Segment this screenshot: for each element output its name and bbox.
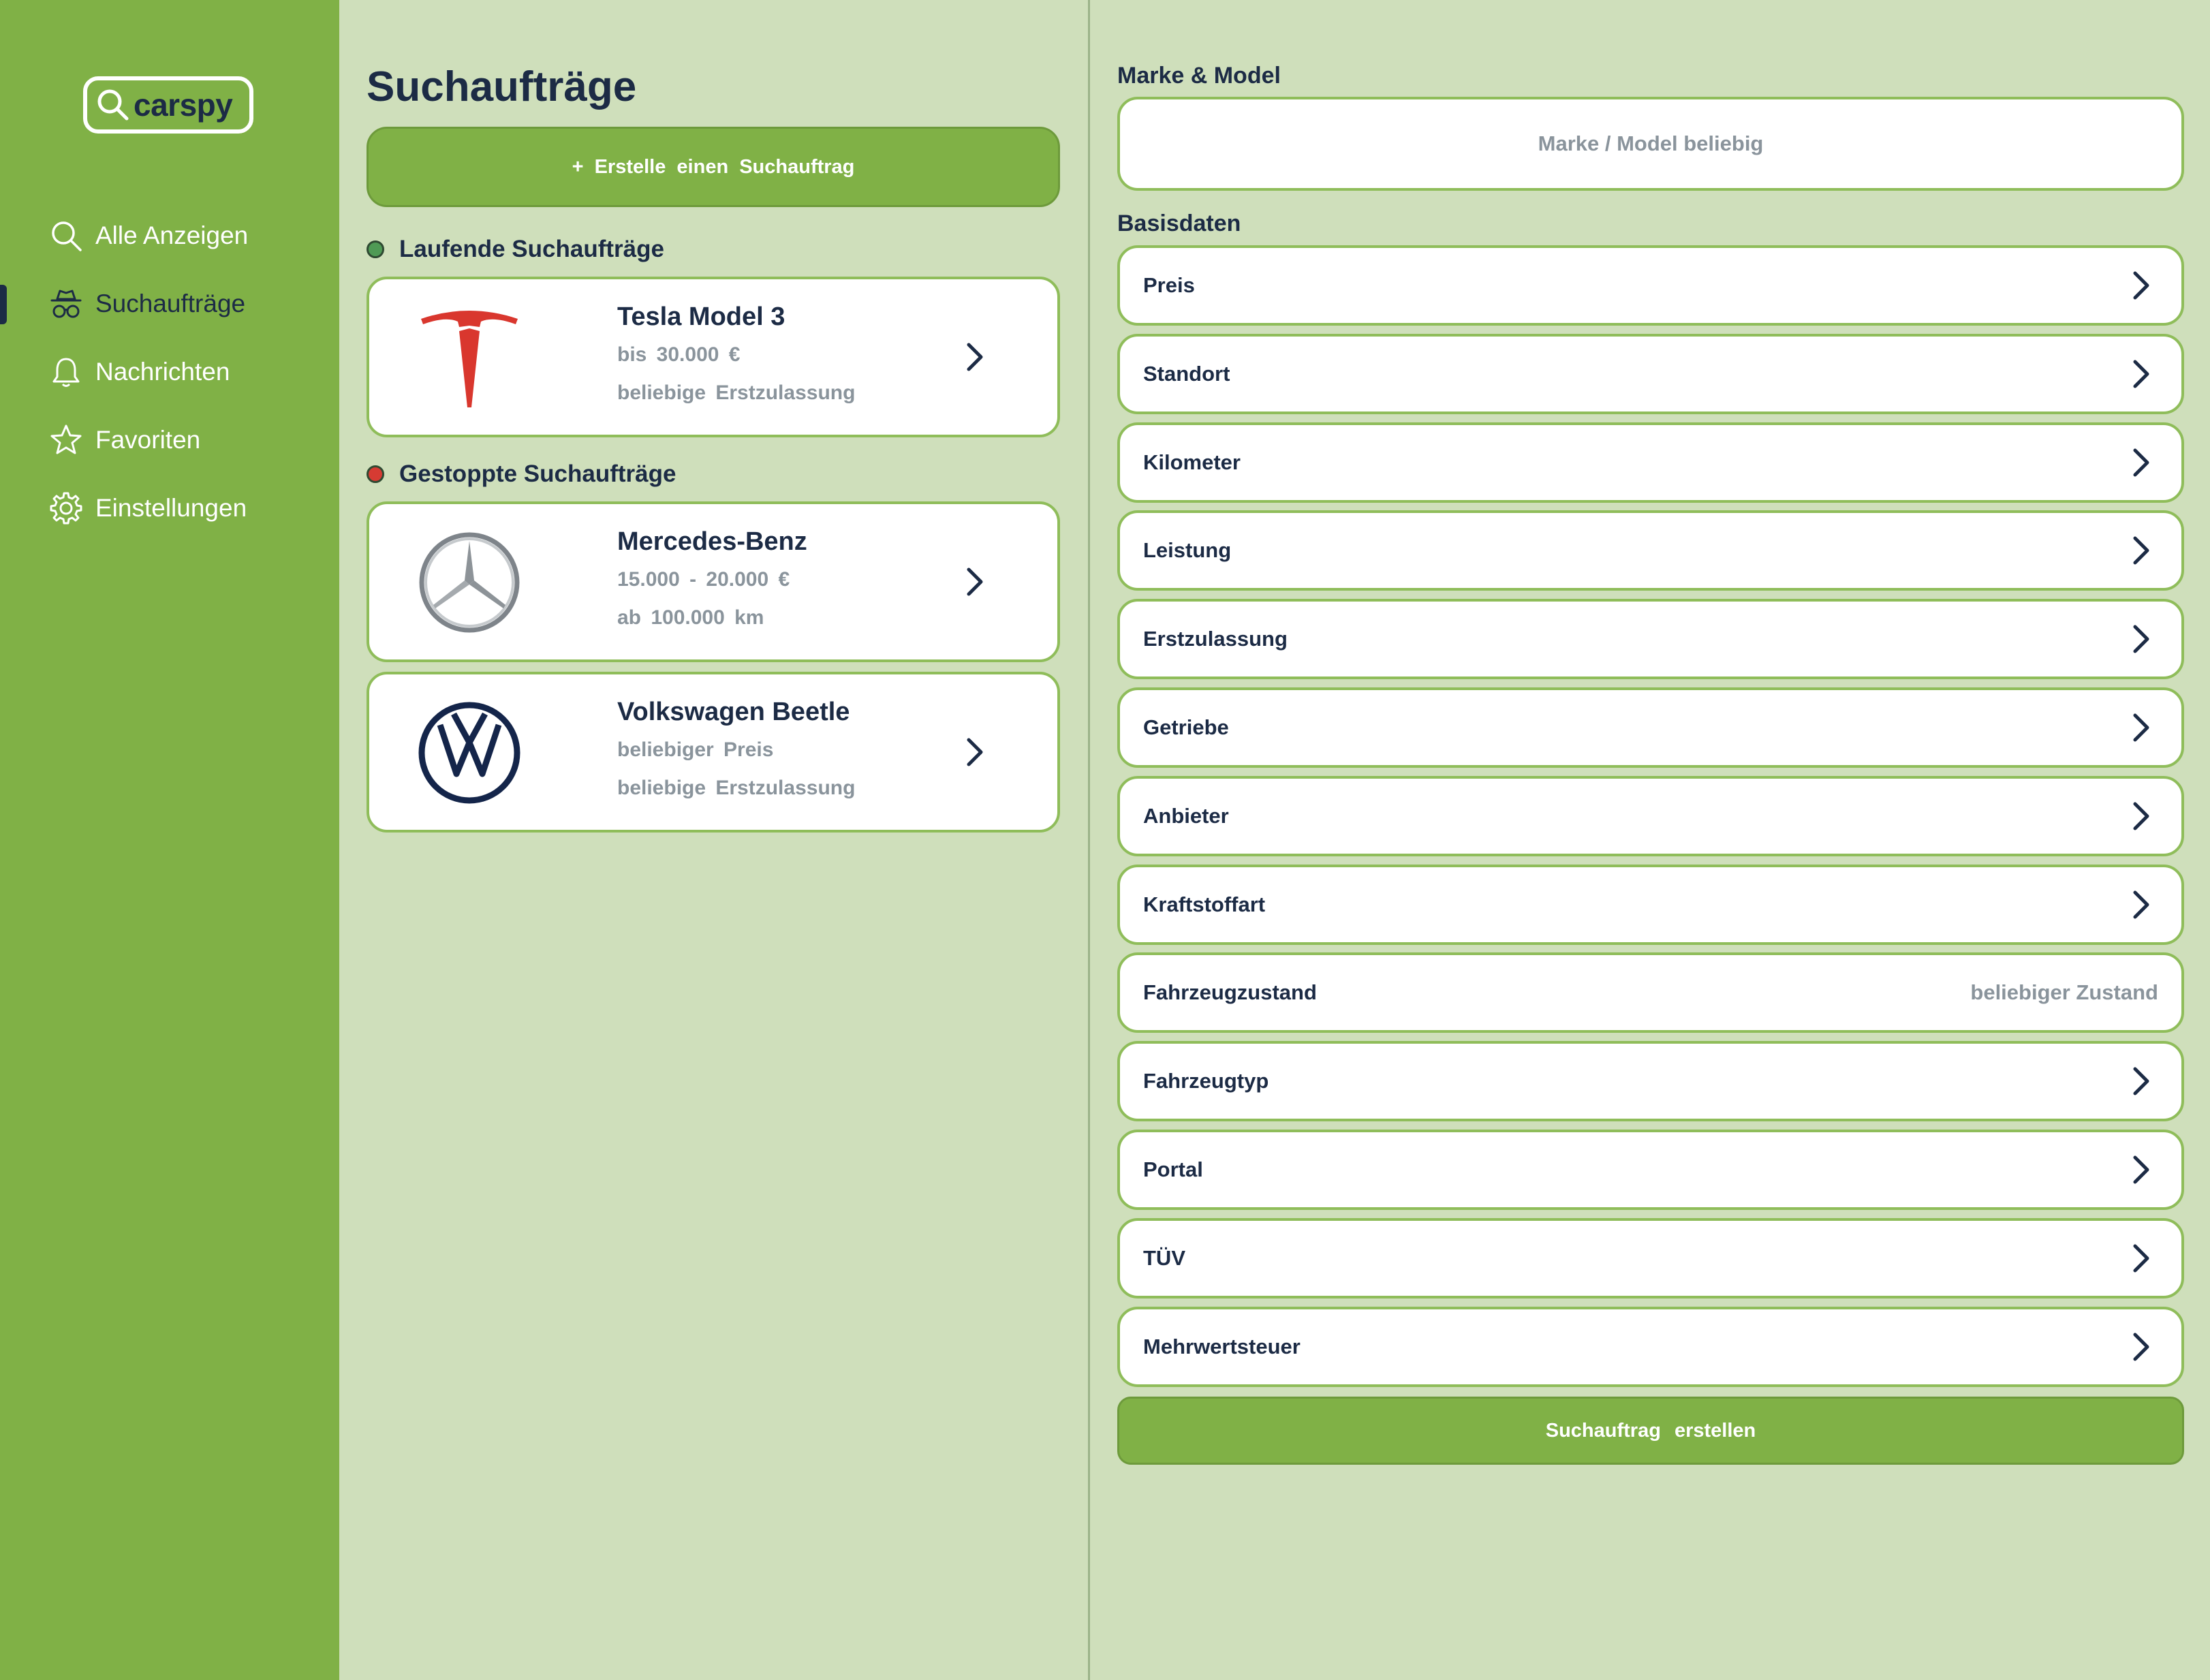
sidebar-item-label: Suchaufträge: [95, 290, 246, 317]
spy-icon: [50, 290, 82, 318]
running-status-dot: [367, 240, 384, 258]
card-mileage: ab 100.000 km: [617, 606, 764, 629]
chevron-right-icon: [2133, 1333, 2149, 1361]
filter-row-label: Portal: [1143, 1157, 1203, 1181]
sidebar-item-nachrichten[interactable]: Nachrichten: [48, 352, 230, 392]
page-title: Suchaufträge: [367, 63, 637, 110]
create-search-order-button[interactable]: + Erstelle einen Suchauftrag: [367, 127, 1060, 207]
filter-row-leistung[interactable]: Leistung: [1117, 510, 2184, 591]
tesla-logo: [421, 311, 518, 407]
bell-icon: [52, 358, 80, 387]
filter-row-anbieter[interactable]: Anbieter: [1117, 776, 2184, 856]
filter-row-label: Leistung: [1143, 538, 1232, 562]
chevron-right-icon: [967, 343, 983, 371]
create-search-order-submit-button[interactable]: Suchauftrag erstellen: [1117, 1397, 2184, 1465]
filter-row-value: beliebiger Zustand: [1970, 980, 2158, 1004]
filter-row-fahrzeugtyp[interactable]: Fahrzeugtyp: [1117, 1041, 2184, 1121]
stopped-section-title: Gestoppte Suchaufträge: [367, 461, 676, 488]
chevron-right-icon: [2133, 1067, 2149, 1095]
sidebar-item-alle-anzeigen[interactable]: Alle Anzeigen: [48, 215, 248, 256]
filter-row-getriebe[interactable]: Getriebe: [1117, 687, 2184, 768]
filter-row-label: Preis: [1143, 273, 1195, 297]
card-registration: beliebige Erstzulassung: [617, 777, 856, 799]
chevron-right-icon: [2133, 625, 2149, 653]
panel-divider: [1088, 0, 1090, 1680]
card-price: 15.000 - 20.000 €: [617, 568, 790, 591]
vw-logo: [418, 702, 520, 804]
search-order-card-volkswagen[interactable]: Volkswagen Beetle beliebiger Preis belie…: [367, 672, 1060, 833]
filter-row-fahrzeugzustand[interactable]: Fahrzeugzustand beliebiger Zustand: [1117, 952, 2184, 1033]
card-registration: beliebige Erstzulassung: [617, 382, 856, 404]
filter-row-kilometer[interactable]: Kilometer: [1117, 422, 2184, 503]
sidebar-item-label: Nachrichten: [95, 358, 230, 386]
filter-row-label: Mehrwertsteuer: [1143, 1335, 1301, 1358]
sidebar-item-einstellungen[interactable]: Einstellungen: [48, 488, 247, 529]
sidebar: carspy Alle Anzeigen Suchaufträge Nachri…: [0, 0, 339, 1680]
stopped-status-dot: [367, 465, 384, 483]
filter-row-label: Standort: [1143, 362, 1230, 386]
filter-row-label: Fahrzeugzustand: [1143, 980, 1317, 1004]
mercedes-logo: [419, 532, 520, 633]
chevron-right-icon: [2133, 890, 2149, 919]
basis-data-label: Basisdaten: [1117, 211, 1241, 236]
search-order-card-tesla[interactable]: Tesla Model 3 bis 30.000 € beliebige Ers…: [367, 277, 1060, 437]
chevron-right-icon: [967, 567, 983, 596]
filter-row-erstzulassung[interactable]: Erstzulassung: [1117, 599, 2184, 679]
brand-model-label: Marke & Model: [1117, 63, 1281, 89]
search-order-card-mercedes[interactable]: Mercedes-Benz 15.000 - 20.000 € ab 100.0…: [367, 501, 1060, 662]
filter-row-preis[interactable]: Preis: [1117, 245, 2184, 326]
chevron-right-icon: [967, 738, 983, 766]
star-icon: [50, 424, 82, 454]
filter-row-mehrwertsteuer[interactable]: Mehrwertsteuer: [1117, 1307, 2184, 1387]
filter-row-label: Kraftstoffart: [1143, 892, 1266, 916]
card-price: beliebiger Preis: [617, 738, 774, 761]
filter-row-tuev[interactable]: TÜV: [1117, 1218, 2184, 1298]
chevron-right-icon: [2133, 360, 2149, 388]
chevron-right-icon: [2133, 536, 2149, 565]
filter-row-label: Getriebe: [1143, 715, 1229, 739]
gear-icon: [50, 492, 82, 525]
chevron-right-icon: [2133, 802, 2149, 830]
running-section-label: Laufende Suchaufträge: [399, 236, 664, 262]
chevron-right-icon: [2133, 1155, 2149, 1184]
app-logo[interactable]: carspy: [83, 76, 253, 134]
stopped-section-label: Gestoppte Suchaufträge: [399, 461, 676, 487]
card-title: Volkswagen Beetle: [617, 698, 850, 726]
chevron-right-icon: [2133, 713, 2149, 742]
sidebar-item-label: Einstellungen: [95, 494, 247, 522]
filter-row-label: TÜV: [1143, 1246, 1185, 1270]
sidebar-item-favoriten[interactable]: Favoriten: [48, 420, 200, 461]
filter-row-label: Erstzulassung: [1143, 627, 1288, 651]
filter-row-label: Kilometer: [1143, 450, 1241, 474]
filter-row-standort[interactable]: Standort: [1117, 334, 2184, 414]
search-icon: [52, 221, 82, 251]
sidebar-item-label: Alle Anzeigen: [95, 221, 249, 249]
card-title: Mercedes-Benz: [617, 527, 807, 556]
logo-text: carspy: [134, 87, 233, 123]
chevron-right-icon: [2133, 271, 2149, 300]
sidebar-item-suchauftraege[interactable]: Suchaufträge: [48, 283, 245, 324]
chevron-right-icon: [2133, 448, 2149, 477]
active-nav-marker: [0, 285, 7, 324]
brand-model-field[interactable]: Marke / Model beliebig: [1117, 97, 2184, 191]
filter-row-kraftstoffart[interactable]: Kraftstoffart: [1117, 865, 2184, 945]
sidebar-item-label: Favoriten: [95, 426, 201, 454]
card-price: bis 30.000 €: [617, 343, 741, 366]
filter-row-portal[interactable]: Portal: [1117, 1130, 2184, 1210]
magnifier-logo-icon: [97, 89, 129, 121]
card-title: Tesla Model 3: [617, 302, 785, 331]
brand-model-placeholder: Marke / Model beliebig: [1538, 131, 1764, 155]
filter-row-label: Fahrzeugtyp: [1143, 1069, 1269, 1093]
running-section-title: Laufende Suchaufträge: [367, 236, 664, 263]
filter-row-label: Anbieter: [1143, 804, 1229, 828]
chevron-right-icon: [2133, 1244, 2149, 1273]
